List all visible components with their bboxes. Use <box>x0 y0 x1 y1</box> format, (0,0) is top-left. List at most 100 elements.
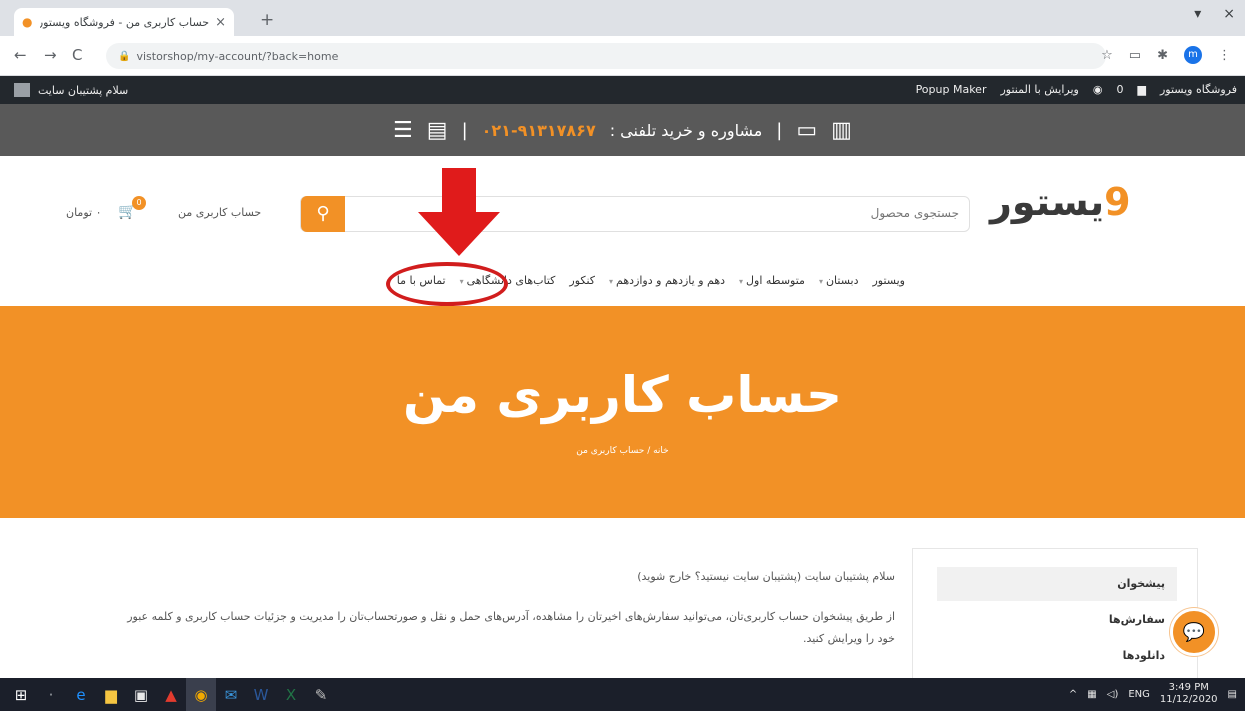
logo-accent: 9 <box>1104 180 1131 224</box>
clock[interactable]: 3:49 PM 11/12/2020 <box>1160 682 1218 706</box>
url-text: vistorshop/my-account/?back=home <box>136 49 339 63</box>
word-icon[interactable]: W <box>246 678 276 711</box>
search-box: ⚲ <box>300 196 970 232</box>
sidebar-item-downloads[interactable]: دانلودها <box>937 639 1177 673</box>
book-stack-icon: ☰ <box>393 117 413 143</box>
browser-tab[interactable]: ● حساب کاربری من - فروشگاه ویستور × <box>14 8 234 36</box>
logo-text: یستور <box>990 180 1105 224</box>
screen: ● حساب کاربری من - فروشگاه ویستور × + ▾ … <box>0 0 1245 711</box>
admin-edit-elementor[interactable]: ویرایش با المنتور <box>1000 83 1078 96</box>
main-nav: ویستور دبستان▾ متوسطه اول▾ دهم و یازدهم … <box>0 256 1245 306</box>
pen-icon: ▭ <box>796 117 818 143</box>
admin-greeting: سلام پشتیبان سایت <box>38 83 129 97</box>
site-logo[interactable]: 9یستور <box>990 180 1131 224</box>
close-tab-icon[interactable]: × <box>215 15 226 30</box>
cart-total: ۰ تومان <box>66 206 102 219</box>
chevron-up-icon[interactable]: ^ <box>1069 689 1077 700</box>
admin-bar: فروشگاه ویستور ▆ 0 ◉ ویرایش با المنتور P… <box>0 76 1245 104</box>
search-icon: ⚲ <box>316 203 330 224</box>
cart-count-badge: 0 <box>132 196 146 210</box>
new-tab-button[interactable]: + <box>260 10 274 30</box>
nav-label: متوسطه اول <box>746 274 805 287</box>
menu-icon[interactable]: ⋮ <box>1218 48 1231 63</box>
banner-phone: ۰۲۱-۹۱۳۱۷۸۶۷ <box>481 120 596 140</box>
clock-date: 11/12/2020 <box>1159 694 1218 705</box>
nav-label: دهم و یازدهم و دوازدهم <box>616 274 726 287</box>
separator: | <box>776 119 783 141</box>
back-icon[interactable]: ← <box>14 46 27 64</box>
account-content: پیشخوان سفارش‌ها دانلودها سلام پشتیبان س… <box>0 518 1245 683</box>
star-icon[interactable]: ☆ <box>1101 48 1113 63</box>
volume-icon[interactable]: ◁) <box>1107 689 1119 700</box>
task-view-icon[interactable]: · <box>36 678 66 711</box>
nav-label: دبستان <box>825 274 859 287</box>
notification-icon[interactable]: ▤ <box>1228 689 1237 700</box>
cast-icon[interactable]: ▭ <box>1129 48 1141 63</box>
close-window-icon[interactable]: × <box>1223 6 1235 22</box>
admin-store-link[interactable]: فروشگاه ویستور <box>1160 83 1237 96</box>
admin-bar-user[interactable]: سلام پشتیبان سایت <box>14 83 128 97</box>
chat-icon: 💬 <box>1182 621 1206 643</box>
nav-item-vistore[interactable]: ویستور <box>872 274 905 287</box>
minimize-icon[interactable]: ▾ <box>1194 6 1201 22</box>
account-link[interactable]: حساب کاربری من <box>178 206 261 219</box>
chat-button[interactable]: 💬 <box>1170 608 1218 656</box>
excel-icon[interactable]: X <box>276 678 306 711</box>
account-sidebar: پیشخوان سفارش‌ها دانلودها <box>912 548 1198 683</box>
reload-icon[interactable]: C <box>72 46 82 64</box>
breadcrumb[interactable]: خانه / حساب کاربری من <box>0 446 1245 456</box>
url-bar[interactable]: 🔒 vistorshop/my-account/?back=home <box>106 43 1106 69</box>
window-controls: ▾ × <box>1194 6 1235 22</box>
network-icon[interactable]: ▦ <box>1087 689 1096 700</box>
chevron-down-icon: ▾ <box>818 277 823 286</box>
page-title: حساب کاربری من <box>402 366 843 424</box>
top-banner: ▥ ▭ | مشاوره و خرید تلفنی : ۰۲۱-۹۱۳۱۷۸۶۷… <box>0 104 1245 156</box>
clock-time: 3:49 PM <box>1168 682 1209 693</box>
red-arrow-annotation <box>418 168 500 256</box>
separator: | <box>461 119 468 141</box>
chevron-down-icon: ▾ <box>609 277 614 286</box>
nav-item-elementary[interactable]: دبستان▾ <box>819 274 859 287</box>
windows-taskbar: ⊞ · e ▆ ▣ ▲ ◉ ✉ W X ✎ ^ ▦ ◁) ENG 3:49 PM… <box>0 678 1245 711</box>
comment-icon[interactable]: ▆ <box>1137 83 1145 96</box>
nav-item-middle-school[interactable]: متوسطه اول▾ <box>739 274 805 287</box>
sidebar-item-orders[interactable]: سفارش‌ها <box>937 603 1177 637</box>
comment-count: 0 <box>1116 83 1124 96</box>
site-header: 9یستور ⚲ حساب کاربری من 🛒 0 ۰ تومان <box>0 156 1245 256</box>
forward-icon[interactable]: → <box>44 46 57 64</box>
paint-icon[interactable]: ✎ <box>306 678 336 711</box>
books-icon: ▤ <box>426 117 448 143</box>
extension-icons: ☆ ▭ ✱ m ⋮ <box>1101 46 1231 64</box>
admin-popup-maker[interactable]: Popup Maker <box>916 83 987 96</box>
lock-icon: 🔒 <box>118 50 131 62</box>
mail-icon[interactable]: ✉ <box>216 678 246 711</box>
location-pin-icon: ● <box>22 15 33 29</box>
welcome-text: سلام پشتیبان سایت (پشتیبان سایت نیستید؟ … <box>637 570 895 583</box>
sidebar-item-dashboard[interactable]: پیشخوان <box>937 567 1177 601</box>
red-circle-annotation <box>386 262 508 306</box>
store-icon[interactable]: ▣ <box>126 678 156 711</box>
system-tray: ^ ▦ ◁) ENG 3:49 PM 11/12/2020 ▤ <box>1069 682 1237 706</box>
cart-button[interactable]: 🛒 0 <box>118 196 146 220</box>
windows-start-icon[interactable]: ⊞ <box>6 678 36 711</box>
banner-text: مشاوره و خرید تلفنی : <box>609 120 763 140</box>
admin-bar-right: فروشگاه ویستور ▆ 0 ◉ ویرایش با المنتور P… <box>916 83 1237 96</box>
language-indicator[interactable]: ENG <box>1128 689 1150 700</box>
user-avatar <box>14 83 30 97</box>
chevron-down-icon: ▾ <box>739 277 744 286</box>
dashboard-description: از طریق پیشخوان حساب کاربری‌تان، می‌توان… <box>127 610 895 645</box>
nav-item-konkur[interactable]: کنکور <box>569 274 595 287</box>
elementor-icon[interactable]: ◉ <box>1093 83 1103 96</box>
acrobat-icon[interactable]: ▲ <box>156 678 186 711</box>
page-hero: حساب کاربری من خانه / حساب کاربری من <box>0 306 1245 518</box>
address-bar-row: ← → C 🔒 vistorshop/my-account/?back=home… <box>0 36 1245 76</box>
file-explorer-icon[interactable]: ▆ <box>96 678 126 711</box>
chrome-icon[interactable]: ◉ <box>186 678 216 711</box>
edge-icon[interactable]: e <box>66 678 96 711</box>
profile-avatar[interactable]: m <box>1184 46 1202 64</box>
puzzle-icon[interactable]: ✱ <box>1157 48 1168 63</box>
search-button[interactable]: ⚲ <box>301 196 345 232</box>
book-icon: ▥ <box>831 117 852 143</box>
browser-tab-strip: ● حساب کاربری من - فروشگاه ویستور × + ▾ … <box>0 0 1245 36</box>
nav-item-high-school[interactable]: دهم و یازدهم و دوازدهم▾ <box>609 274 725 287</box>
